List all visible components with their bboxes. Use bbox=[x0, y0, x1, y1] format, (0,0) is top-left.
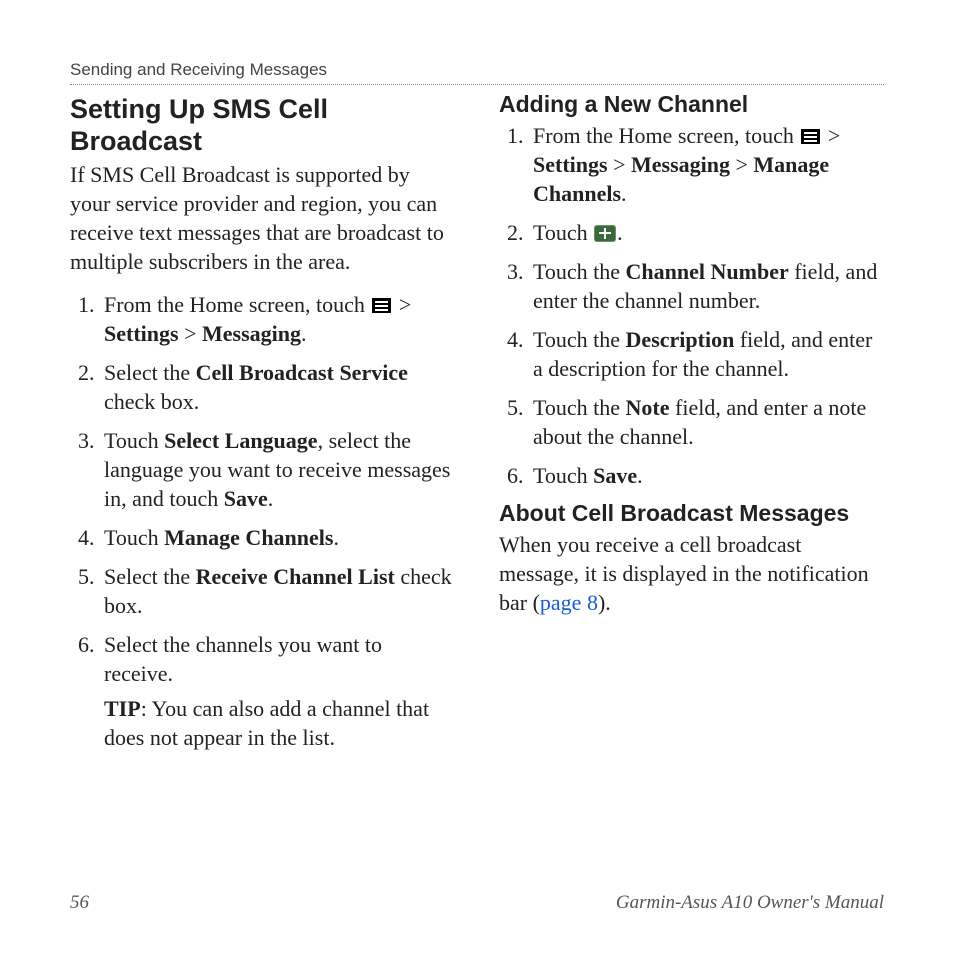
bold-text: Cell Broadcast Service bbox=[196, 360, 408, 385]
step-text: . bbox=[333, 525, 339, 550]
bold-text: Messaging bbox=[631, 152, 730, 177]
bold-text: Messaging bbox=[202, 321, 301, 346]
step-text: Touch the bbox=[533, 259, 626, 284]
list-item: Touch the Note field, and enter a note a… bbox=[529, 393, 884, 451]
about-text-end: ). bbox=[598, 590, 611, 615]
bold-text: Note bbox=[626, 395, 670, 420]
running-header: Sending and Receiving Messages bbox=[70, 60, 884, 85]
right-column: Adding a New Channel From the Home scree… bbox=[499, 91, 884, 872]
list-item: Select the Cell Broadcast Service check … bbox=[100, 358, 455, 416]
step-text: Select the bbox=[104, 564, 196, 589]
step-text: > bbox=[730, 152, 753, 177]
intro-paragraph: If SMS Cell Broadcast is supported by yo… bbox=[70, 160, 455, 276]
page-number: 56 bbox=[70, 892, 89, 914]
steps-list-left: From the Home screen, touch > Settings >… bbox=[70, 290, 455, 752]
step-text: . bbox=[621, 181, 627, 206]
list-item: Select the Receive Channel List check bo… bbox=[100, 562, 455, 620]
list-item: Touch Manage Channels. bbox=[100, 523, 455, 552]
step-text: . bbox=[268, 486, 274, 511]
bold-text: Receive Channel List bbox=[196, 564, 395, 589]
subsection-adding-channel: Adding a New Channel bbox=[499, 91, 884, 119]
list-item: Touch the Channel Number field, and ente… bbox=[529, 257, 884, 315]
step-text: > bbox=[608, 152, 631, 177]
bold-text: Manage Channels bbox=[164, 525, 333, 550]
bold-text: Settings bbox=[533, 152, 608, 177]
step-text: Select the bbox=[104, 360, 196, 385]
step-text: Touch bbox=[533, 220, 593, 245]
list-item: Select the channels you want to receive.… bbox=[100, 630, 455, 752]
tip-label: TIP bbox=[104, 696, 141, 721]
manual-title: Garmin-Asus A10 Owner's Manual bbox=[616, 892, 884, 914]
step-text: > bbox=[179, 321, 202, 346]
step-text: From the Home screen, touch bbox=[533, 123, 799, 148]
bold-text: Settings bbox=[104, 321, 179, 346]
menu-icon bbox=[372, 298, 391, 313]
subsection-about-messages: About Cell Broadcast Messages bbox=[499, 500, 884, 528]
list-item: Touch Select Language, select the langua… bbox=[100, 426, 455, 513]
bold-text: Save bbox=[593, 463, 637, 488]
page-link[interactable]: page 8 bbox=[540, 590, 598, 615]
step-text: Touch bbox=[533, 463, 593, 488]
list-item: From the Home screen, touch > Settings >… bbox=[100, 290, 455, 348]
list-item: Touch . bbox=[529, 218, 884, 247]
menu-icon bbox=[801, 129, 820, 144]
step-text: Touch bbox=[104, 525, 164, 550]
step-text: Select the channels you want to receive. bbox=[104, 632, 382, 686]
step-text: . bbox=[301, 321, 307, 346]
bold-text: Description bbox=[626, 327, 735, 352]
list-item: Touch Save. bbox=[529, 461, 884, 490]
step-text: Touch the bbox=[533, 395, 626, 420]
about-paragraph: When you receive a cell broadcast messag… bbox=[499, 530, 884, 617]
plus-icon bbox=[594, 225, 616, 242]
steps-list-right: From the Home screen, touch > Settings >… bbox=[499, 121, 884, 490]
tip-body: : You can also add a channel that does n… bbox=[104, 696, 429, 750]
section-title-sms: Setting Up SMS Cell Broadcast bbox=[70, 93, 455, 158]
left-column: Setting Up SMS Cell Broadcast If SMS Cel… bbox=[70, 91, 455, 872]
step-text: . bbox=[617, 220, 623, 245]
step-text: > bbox=[393, 292, 411, 317]
page-footer: 56 Garmin-Asus A10 Owner's Manual bbox=[70, 892, 884, 914]
step-text: . bbox=[637, 463, 643, 488]
bold-text: Save bbox=[224, 486, 268, 511]
list-item: From the Home screen, touch > Settings >… bbox=[529, 121, 884, 208]
list-item: Touch the Description field, and enter a… bbox=[529, 325, 884, 383]
step-text: > bbox=[822, 123, 840, 148]
step-text: From the Home screen, touch bbox=[104, 292, 370, 317]
step-text: Touch bbox=[104, 428, 164, 453]
bold-text: Select Language bbox=[164, 428, 317, 453]
step-text: Touch the bbox=[533, 327, 626, 352]
tip-block: TIP: You can also add a channel that doe… bbox=[104, 694, 455, 752]
bold-text: Channel Number bbox=[626, 259, 789, 284]
step-text: check box. bbox=[104, 389, 199, 414]
